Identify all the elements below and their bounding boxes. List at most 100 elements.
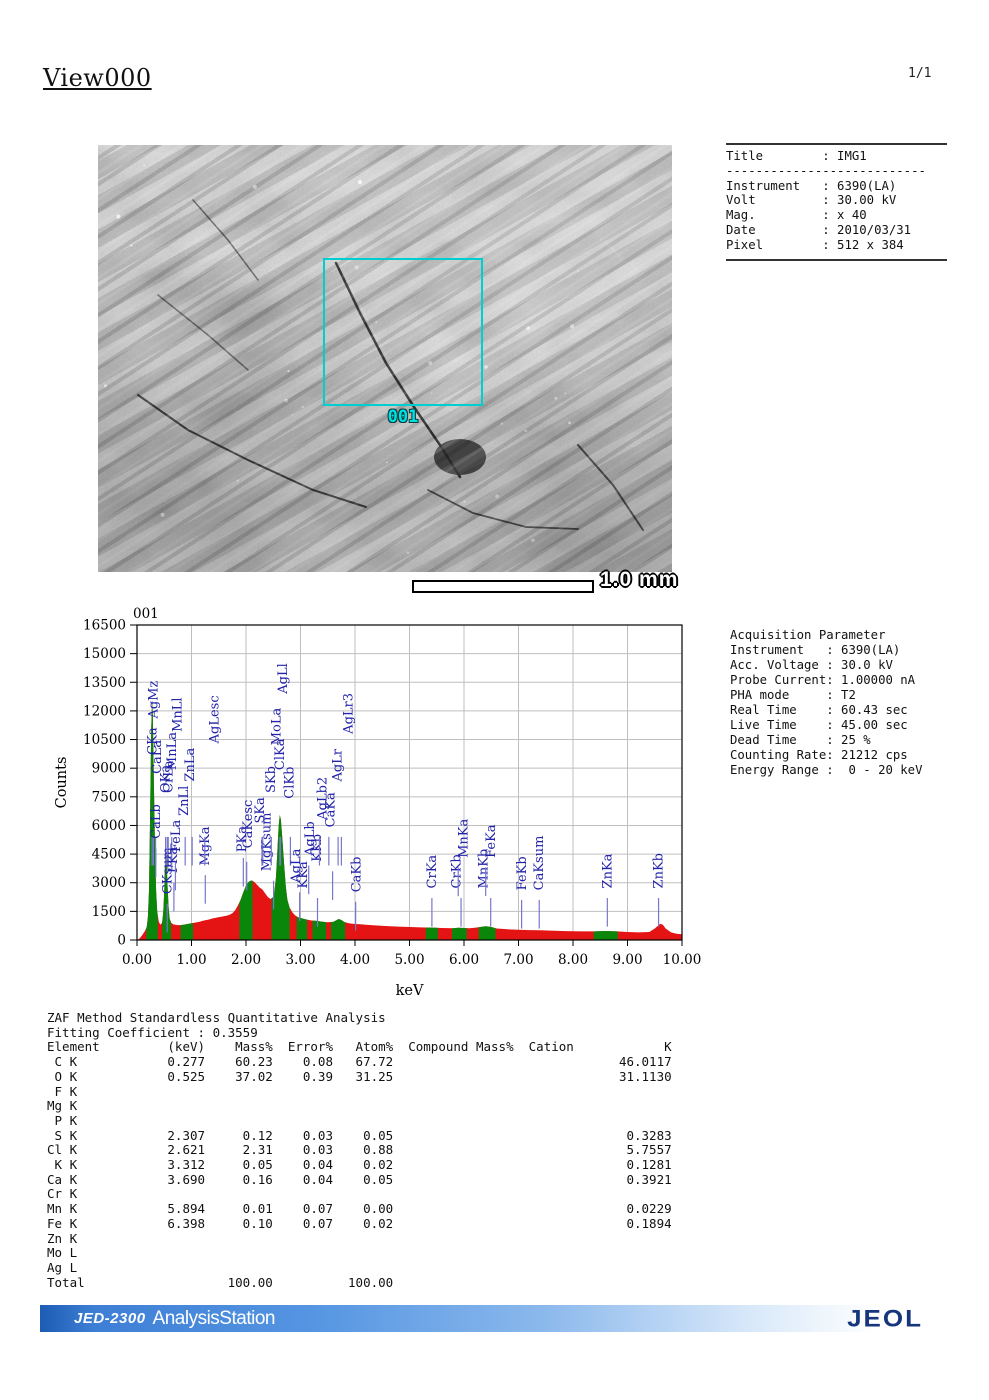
peak-label: CaKb <box>350 857 365 893</box>
y-tick-label: 15000 <box>83 646 126 662</box>
peak-label: ZnLl <box>177 786 192 816</box>
y-tick-label: 16500 <box>83 618 126 634</box>
roi-label: 001 <box>323 407 483 427</box>
zaf-row: Cr K <box>47 1187 747 1202</box>
image-info-line: --------------------------- <box>726 164 947 179</box>
image-info-line: Date : 2010/03/31 <box>726 223 947 238</box>
zaf-row: S K 2.307 0.12 0.03 0.05 0.3283 <box>47 1129 747 1144</box>
x-tick-label: 0.00 <box>122 952 152 968</box>
y-tick-label: 1500 <box>92 904 126 920</box>
spectrum-svg: CKaAgMzCaLaCaLbOKaCrLaCKsumMnLaMnLlFKaFe… <box>42 600 742 1010</box>
acquisition-line: Real Time : 60.43 sec <box>730 703 960 718</box>
acquisition-line: Acc. Voltage : 30.0 kV <box>730 658 960 673</box>
footer-product-name: JED-2300 <box>74 1310 146 1327</box>
peak-label: CaLb <box>149 804 164 839</box>
page-number: 1/1 <box>908 66 931 81</box>
acquisition-line: Probe Current: 1.00000 nA <box>730 673 960 688</box>
acquisition-line: Acquisition Parameter <box>730 628 960 643</box>
zaf-row: Mn K 5.894 0.01 0.07 0.00 0.0229 <box>47 1202 747 1217</box>
peak-label: CaKa <box>323 792 338 827</box>
acquisition-line: Instrument : 6390(LA) <box>730 643 960 658</box>
spectrum-fill-identified <box>452 625 467 940</box>
y-tick-label: 13500 <box>83 675 126 691</box>
zaf-row: Mg K <box>47 1099 747 1114</box>
x-tick-label: 8.00 <box>558 952 588 968</box>
peak-label: FeKa <box>484 824 499 858</box>
spectrum-fill-identified <box>297 625 307 940</box>
scale-bar <box>412 580 594 593</box>
x-tick-label: 4.00 <box>340 952 370 968</box>
acquisition-parameter-panel: Acquisition ParameterInstrument : 6390(L… <box>730 628 960 778</box>
report-page: View000 1/1 001 1.0 mm <box>0 0 989 1400</box>
image-info-line: Volt : 30.00 kV <box>726 193 947 208</box>
peak-label: KKb <box>310 834 325 862</box>
footer-bar: JED-2300 AnalysisStation JEOL <box>40 1305 951 1332</box>
peak-label: CaKsum <box>532 836 547 891</box>
x-tick-label: 5.00 <box>394 952 424 968</box>
peak-label: AgLl <box>276 663 291 695</box>
y-tick-label: 7500 <box>92 789 126 805</box>
spectrum-fill-identified <box>594 625 618 940</box>
zaf-row: P K <box>47 1114 747 1129</box>
page-title: View000 <box>43 64 152 92</box>
peak-label: ZnLa <box>183 748 198 782</box>
spectrum-title: 001 <box>133 606 159 622</box>
zaf-row: Cl K 2.621 2.31 0.03 0.88 5.7557 <box>47 1143 747 1158</box>
peak-label: ClKa <box>273 738 288 770</box>
zaf-row: C K 0.277 60.23 0.08 67.72 46.0117 <box>47 1055 747 1070</box>
zaf-row: Ag L <box>47 1261 747 1276</box>
image-info-line: Mag. : x 40 <box>726 208 947 223</box>
zaf-row: Mo L <box>47 1246 747 1261</box>
spectrum-fill-identified <box>479 625 496 940</box>
x-tick-label: 7.00 <box>503 952 533 968</box>
peak-label: CrKa <box>425 855 440 889</box>
peak-label: CrKb <box>449 854 464 888</box>
peak-label: MgKa <box>198 826 213 865</box>
image-info-line: Instrument : 6390(LA) <box>726 179 947 194</box>
zaf-title: ZAF Method Standardless Quantitative Ana… <box>47 1011 747 1026</box>
y-tick-label: 4500 <box>92 847 126 863</box>
x-tick-label: 1.00 <box>176 952 206 968</box>
image-info-line: Title : IMG1 <box>726 149 947 164</box>
jeol-logo: JEOL <box>847 1304 923 1333</box>
spectrum-fill-identified <box>146 625 157 940</box>
peak-label: MnLa <box>165 732 180 770</box>
acquisition-line: Counting Rate: 21212 cps <box>730 748 960 763</box>
acquisition-line: Energy Range : 0 - 20 keV <box>730 763 960 778</box>
y-tick-label: 6000 <box>92 818 126 834</box>
zaf-row: Total 100.00 100.00 <box>47 1276 747 1291</box>
zaf-row: Fe K 6.398 0.10 0.07 0.02 0.1894 <box>47 1217 747 1232</box>
peak-label: ZnKa <box>600 853 615 888</box>
peak-label: AgLr3 <box>341 693 356 735</box>
footer-app-name: AnalysisStation <box>153 1308 275 1330</box>
x-tick-label: 6.00 <box>449 952 479 968</box>
spectrum-fill-identified <box>426 625 438 940</box>
acquisition-line: PHA mode : T2 <box>730 688 960 703</box>
y-tick-label: 12000 <box>83 703 126 719</box>
zaf-analysis-table: ZAF Method Standardless Quantitative Ana… <box>47 1011 747 1290</box>
roi-box <box>323 258 483 406</box>
x-tick-label: 9.00 <box>612 952 642 968</box>
x-tick-label: 10.00 <box>663 952 702 968</box>
zaf-row: F K <box>47 1085 747 1100</box>
y-tick-label: 9000 <box>92 761 126 777</box>
peak-label: ZnKb <box>652 853 667 888</box>
zaf-row: Zn K <box>47 1232 747 1247</box>
peak-label: AgMz <box>146 681 161 720</box>
x-tick-label: 2.00 <box>231 952 261 968</box>
peak-label: FeKb <box>515 856 530 890</box>
sem-image: 001 <box>98 145 672 572</box>
zaf-row: K K 3.312 0.05 0.04 0.02 0.1281 <box>47 1158 747 1173</box>
y-tick-label: 3000 <box>92 875 126 891</box>
peak-label: AgLesc <box>207 695 222 744</box>
image-info-panel: Title : IMG1---------------------------I… <box>726 143 947 261</box>
acquisition-line: Dead Time : 25 % <box>730 733 960 748</box>
y-axis-title: Counts <box>54 757 70 809</box>
zaf-row: O K 0.525 37.02 0.39 31.25 31.1130 <box>47 1070 747 1085</box>
image-info-line: Pixel : 512 x 384 <box>726 238 947 253</box>
peak-label: FeLa <box>169 820 184 853</box>
peak-label: MnLl <box>170 697 185 731</box>
peak-label: MnKa <box>456 819 471 858</box>
scale-bar-label: 1.0 mm <box>600 568 678 592</box>
eds-spectrum-chart: CKaAgMzCaLaCaLbOKaCrLaCKsumMnLaMnLlFKaFe… <box>42 600 742 1015</box>
